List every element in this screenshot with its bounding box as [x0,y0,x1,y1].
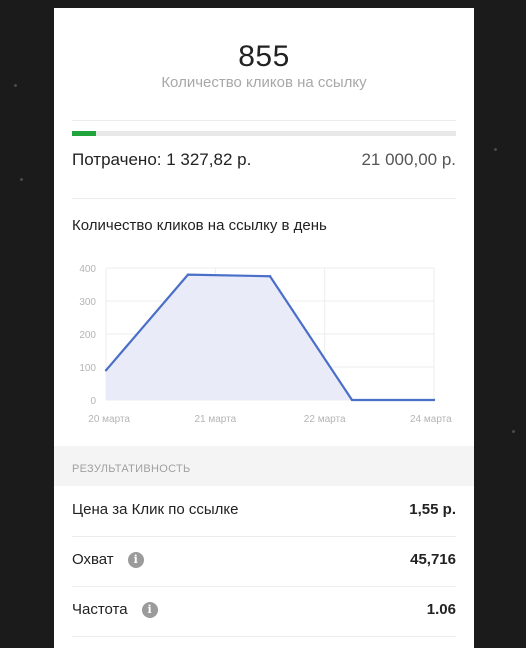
divider [72,120,456,121]
info-icon[interactable]: i [141,602,158,618]
performance-section-header: РЕЗУЛЬТАТИВНОСТЬ [54,446,474,486]
data-point [268,275,272,278]
y-tick-label: 200 [79,330,96,341]
metric-label: Цена за Клик по ссылке [72,501,239,518]
metric-value: 45,716 [410,551,456,568]
metric-row-reach[interactable]: Охват i 45,716 [54,536,474,586]
x-tick-label: 24 марта [410,414,452,424]
clicks-count: 855 [238,40,290,73]
data-point [350,398,354,402]
x-tick-label: 21 марта [194,414,236,424]
metric-label-wrap: Частота i [72,601,158,618]
y-tick-label: 100 [79,363,96,374]
data-point [186,273,190,276]
performance-header-label: РЕЗУЛЬТАТИВНОСТЬ [72,463,191,475]
spent-amount: Потрачено: 1 327,82 р. [72,150,252,169]
metric-label-wrap: Охват i [72,551,144,568]
stats-card: 855 Количество кликов на ссылку Потрачен… [54,8,474,648]
divider [72,636,456,637]
budget-progress-bar [72,131,456,136]
metric-row-frequency[interactable]: Частота i 1.06 [54,586,474,636]
x-tick-label: 20 марта [88,414,130,424]
clicks-caption: Количество кликов на ссылку [161,74,367,91]
series-area [106,274,434,400]
budget-progress-fill [72,131,97,136]
chart-title: Количество кликов на ссылку в день [72,217,327,234]
y-tick-label: 0 [90,396,96,407]
divider [72,198,456,199]
clicks-per-day-chart: 0 100 200 300 400 20 марта 21 марта 22 марта 24 … [79,264,452,424]
metric-value: 1.06 [426,601,456,618]
info-icon[interactable]: i [127,552,144,568]
metric-row-cpc[interactable]: Цена за Клик по ссылке 1,55 р. [54,486,474,536]
budget-amount: 21 000,00 р. [361,150,456,169]
data-point [432,398,436,402]
y-tick-label: 400 [79,264,96,275]
metric-value: 1,55 р. [409,501,456,518]
metric-label: Частота [72,601,128,618]
metric-label: Охват [72,551,114,568]
x-tick-label: 22 марта [304,414,346,424]
y-tick-label: 300 [79,297,96,308]
data-point [104,369,108,372]
